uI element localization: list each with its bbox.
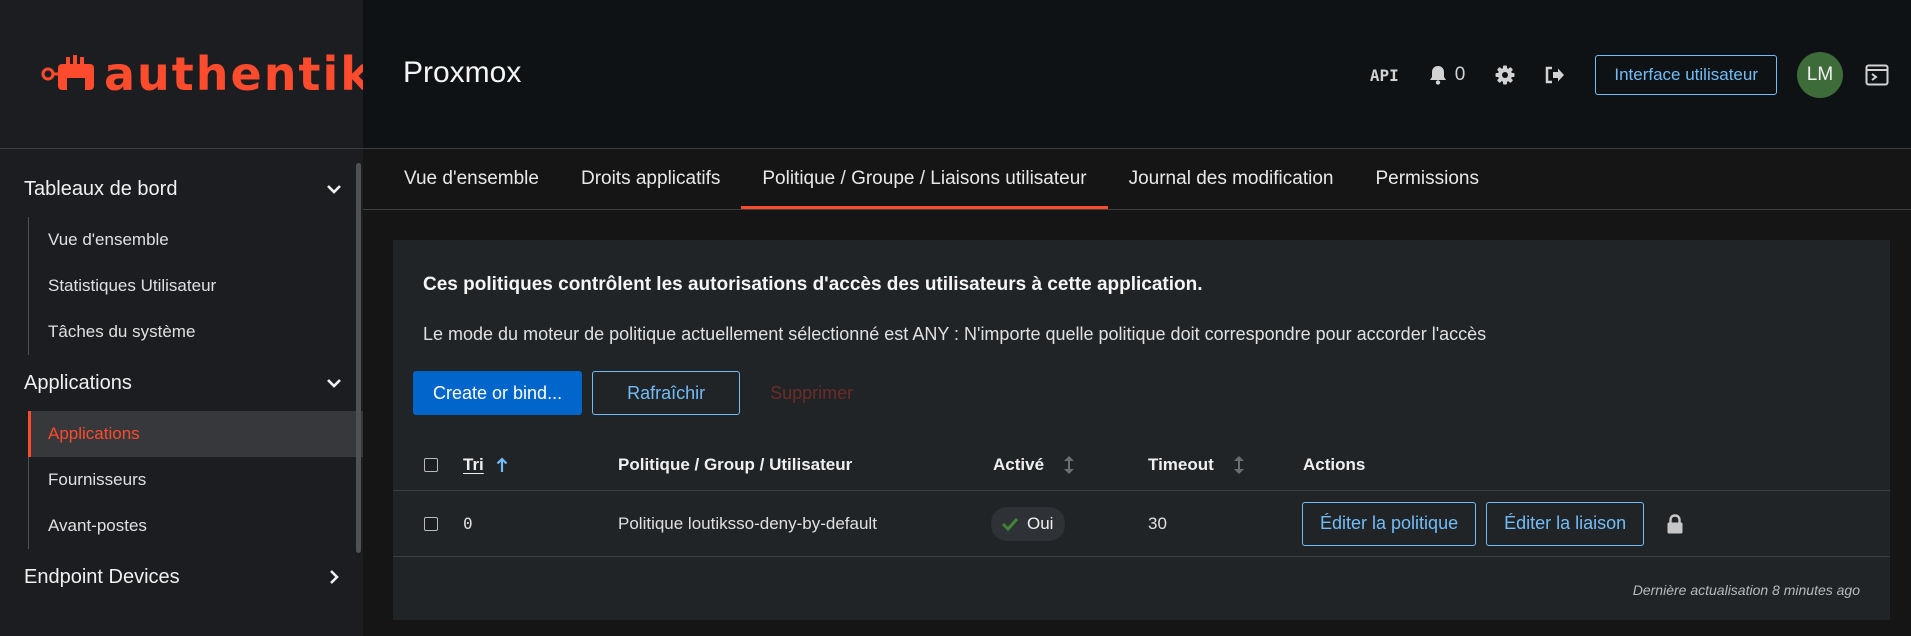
sidebar-item-system-tasks[interactable]: Tâches du système: [29, 309, 363, 355]
select-all-cell: [424, 440, 438, 490]
bindings-table: Tri Politique / Group / Utilisateur Acti…: [393, 440, 1890, 557]
table-toolbar: Create or bind... Rafraîchir Supprimer: [413, 371, 867, 415]
sidebar-scrollbar[interactable]: [356, 163, 361, 553]
sidebar-group-label: Tableaux de bord: [24, 177, 178, 200]
sort-icon: [1064, 456, 1075, 474]
api-label: API: [1369, 65, 1399, 85]
brand[interactable]: authentik: [0, 0, 371, 149]
chevron-down-icon: [327, 379, 341, 388]
last-refresh-status: Dernière actualisation 8 minutes ago: [1632, 582, 1860, 598]
notifications-drawer-button[interactable]: [1865, 64, 1889, 86]
edit-binding-button[interactable]: Éditer la liaison: [1486, 501, 1645, 546]
notification-count: 0: [1454, 64, 1466, 85]
notifications-button[interactable]: 0: [1429, 64, 1466, 86]
authentik-logo-icon: [41, 55, 94, 90]
settings-button[interactable]: [1495, 65, 1515, 85]
app-root: authentik Tableaux de bord Vue d'ensembl…: [0, 0, 1911, 636]
sidebar-subgroup-applications: Applications Fournisseurs Avant-postes: [28, 411, 363, 549]
row-order: 0: [463, 514, 473, 533]
create-or-bind-button[interactable]: Create or bind...: [413, 371, 583, 415]
page-header: Proxmox API 0 Interface utilisateur LM: [363, 0, 1911, 149]
sidebar-item-user-statistics[interactable]: Statistiques Utilisateur: [29, 263, 363, 309]
sort-icon: [1233, 456, 1244, 474]
chevron-right-icon: [330, 570, 339, 584]
sidebar-item-overview[interactable]: Vue d'ensemble: [29, 217, 363, 263]
select-all-checkbox[interactable]: [424, 458, 438, 472]
check-icon: [1001, 517, 1019, 531]
refresh-button[interactable]: Rafraîchir: [592, 371, 741, 415]
table-header-row: Tri Politique / Group / Utilisateur Acti…: [393, 440, 1890, 491]
sidebar: authentik Tableaux de bord Vue d'ensembl…: [0, 0, 371, 636]
user-interface-button[interactable]: Interface utilisateur: [1595, 55, 1777, 95]
column-enabled[interactable]: Activé: [993, 440, 1075, 490]
tab-permissions[interactable]: Permissions: [1354, 149, 1499, 209]
row-timeout: 30: [1148, 513, 1167, 533]
sidebar-group-dashboards[interactable]: Tableaux de bord: [0, 161, 363, 217]
sidebar-group-label: Applications: [24, 371, 132, 394]
row-actions: Éditer la politique Éditer la liaison: [1302, 491, 1684, 556]
edit-policy-button[interactable]: Éditer la politique: [1302, 501, 1477, 546]
page-title: Proxmox: [403, 56, 522, 89]
bell-icon: [1429, 66, 1446, 85]
sidebar-item-applications[interactable]: Applications: [28, 411, 363, 457]
sidebar-subgroup-dashboards: Vue d'ensemble Statistiques Utilisateur …: [28, 217, 363, 355]
row-enabled-cell: Oui: [991, 491, 1066, 556]
gear-icon: [1495, 65, 1515, 85]
column-order-label: Tri: [463, 455, 484, 474]
sidebar-group-label: Endpoint Devices: [24, 565, 180, 588]
tab-application-entitlements[interactable]: Droits applicatifs: [560, 149, 741, 209]
card-description: Le mode du moteur de politique actuellem…: [423, 324, 1487, 344]
column-timeout[interactable]: Timeout: [1148, 440, 1244, 490]
chevron-down-icon: [327, 185, 341, 194]
sign-out-icon: [1546, 66, 1565, 84]
sidebar-item-outposts[interactable]: Avant-postes: [29, 503, 363, 549]
policy-bindings-card: Ces politiques contrôlent les autorisati…: [393, 240, 1890, 620]
terminal-window-icon: [1865, 64, 1889, 86]
row-select-cell: [424, 491, 438, 556]
column-actions: Actions: [1303, 455, 1366, 474]
delete-button: Supprimer: [756, 371, 867, 415]
logout-button[interactable]: [1545, 66, 1565, 84]
status-badge-label: Oui: [1027, 513, 1054, 533]
avatar[interactable]: LM: [1797, 52, 1843, 98]
column-target: Politique / Group / Utilisateur: [618, 455, 853, 474]
brand-logo: authentik: [40, 51, 373, 97]
row-checkbox[interactable]: [424, 516, 438, 531]
row-target: Politique loutiksso-deny-by-default: [618, 513, 877, 533]
sidebar-group-endpoint-devices[interactable]: Endpoint Devices: [0, 549, 363, 605]
sort-ascending-icon: [496, 457, 508, 472]
card-title: Ces politiques contrôlent les autorisati…: [423, 274, 1203, 295]
brand-name: authentik: [104, 47, 373, 101]
tab-changelog[interactable]: Journal des modification: [1108, 149, 1355, 209]
column-order[interactable]: Tri: [463, 440, 508, 490]
column-enabled-label: Activé: [993, 455, 1045, 474]
tab-overview[interactable]: Vue d'ensemble: [383, 149, 560, 209]
header-toolbar: API 0 Interface utilisateur LM: [1340, 52, 1889, 98]
status-badge: Oui: [991, 506, 1066, 541]
table-row: 0 Politique loutiksso-deny-by-default Ou…: [393, 491, 1890, 557]
sidebar-group-applications[interactable]: Applications: [0, 355, 363, 411]
page-tabs: Vue d'ensemble Droits applicatifs Politi…: [363, 149, 1911, 210]
tab-policy-bindings[interactable]: Politique / Groupe / Liaisons utilisateu…: [741, 149, 1108, 209]
lock-icon[interactable]: [1666, 513, 1684, 534]
sidebar-nav: Tableaux de bord Vue d'ensemble Statisti…: [0, 149, 363, 605]
api-drawer-button[interactable]: API: [1370, 66, 1399, 85]
sidebar-item-providers[interactable]: Fournisseurs: [29, 457, 363, 503]
column-timeout-label: Timeout: [1148, 455, 1214, 474]
